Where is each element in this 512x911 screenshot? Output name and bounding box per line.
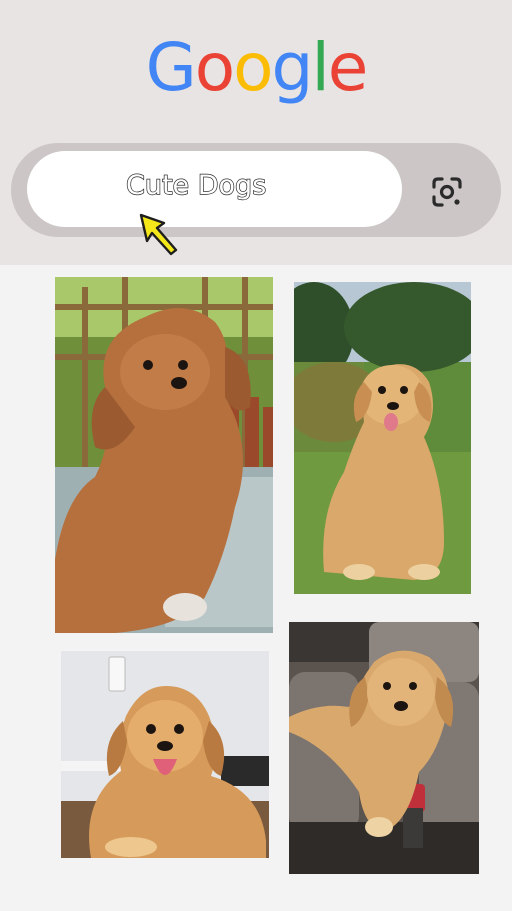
mouse-pointer-icon <box>139 213 178 256</box>
logo-letter: g <box>271 29 314 106</box>
dog-photo <box>294 282 471 594</box>
search-result-image[interactable] <box>294 282 471 594</box>
search-result-image[interactable] <box>55 277 273 633</box>
dog-photo <box>55 277 273 633</box>
google-logo: Google <box>0 28 512 108</box>
dog-photo <box>289 622 479 874</box>
search-result-image[interactable] <box>289 622 479 874</box>
logo-letter: G <box>145 29 197 106</box>
logo-letter: o <box>233 29 273 106</box>
search-result-image[interactable] <box>61 651 269 858</box>
google-lens-icon[interactable] <box>430 175 464 209</box>
logo-letter: l <box>311 29 329 106</box>
logo-letter: o <box>194 29 235 106</box>
logo-letter: e <box>327 29 369 106</box>
search-query-text: Cute Dogs <box>125 169 267 201</box>
dog-photo <box>61 651 269 858</box>
